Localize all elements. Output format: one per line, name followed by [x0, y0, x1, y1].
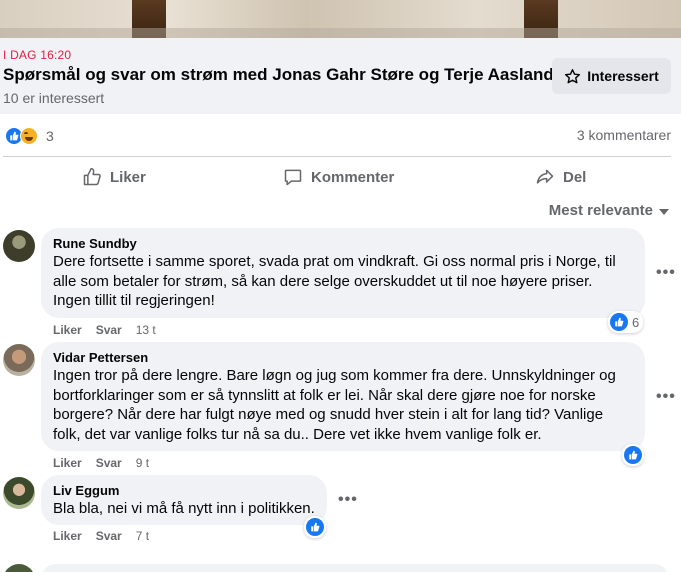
- comment-reactions[interactable]: [622, 444, 644, 466]
- chevron-down-icon: [659, 208, 669, 215]
- avatar[interactable]: [3, 344, 35, 376]
- interested-button-label: Interessert: [587, 68, 659, 84]
- comment-reactions[interactable]: [304, 516, 326, 538]
- like-button-label: Liker: [110, 168, 146, 186]
- event-title[interactable]: Spørsmål og svar om strøm med Jonas Gahr…: [3, 65, 554, 85]
- reaction-count[interactable]: 3: [46, 128, 54, 144]
- comment-reply-link[interactable]: Svar: [96, 456, 122, 470]
- thumbs-up-icon: [83, 167, 101, 186]
- interested-button[interactable]: Interessert: [552, 58, 671, 94]
- divider: [3, 156, 671, 157]
- comment-meta: Liker Svar 13 t: [53, 323, 156, 337]
- comment-meta: Liker Svar 7 t: [53, 529, 149, 543]
- like-button[interactable]: Liker: [82, 158, 146, 196]
- comment-time[interactable]: 13 t: [136, 323, 156, 337]
- comment-bubble: [41, 564, 669, 572]
- comment-reaction-count: 6: [632, 314, 640, 330]
- comment-bubble: Liv Eggum Bla bla, nei vi må få nytt inn…: [41, 475, 327, 525]
- comment-bubble: Vidar Pettersen Ingen tror på dere lengr…: [41, 342, 645, 451]
- avatar[interactable]: [3, 230, 35, 262]
- avatar[interactable]: [3, 564, 35, 572]
- comment-meta: Liker Svar 9 t: [53, 456, 149, 470]
- comment-like-link[interactable]: Liker: [53, 529, 82, 543]
- sort-label: Mest relevante: [548, 202, 653, 219]
- cover-image: [0, 0, 681, 38]
- event-header: I DAG 16:20 Spørsmål og svar om strøm me…: [0, 38, 681, 114]
- comment-count[interactable]: 3 kommentarer: [577, 127, 671, 143]
- comment-reactions[interactable]: 6: [608, 311, 644, 333]
- reaction-icons[interactable]: [5, 127, 38, 145]
- comment-bubble: Rune Sundby Dere fortsette i samme spore…: [41, 228, 645, 318]
- comment-author[interactable]: Vidar Pettersen: [53, 350, 633, 366]
- more-options-icon[interactable]: •••: [656, 264, 676, 282]
- comment-button[interactable]: Kommenter: [283, 158, 681, 196]
- comment-like-link[interactable]: Liker: [53, 323, 82, 337]
- event-date: I DAG 16:20: [3, 48, 72, 62]
- more-options-icon[interactable]: •••: [656, 388, 676, 406]
- comment-reply-link[interactable]: Svar: [96, 323, 122, 337]
- interested-count[interactable]: 10 er interessert: [3, 90, 104, 106]
- share-button-label: Del: [563, 168, 587, 186]
- comment-text: Ingen tror på dere lengre. Bare løgn og …: [53, 367, 616, 443]
- action-bar: Liker Kommenter Del: [0, 158, 681, 196]
- sort-dropdown[interactable]: Mest relevante: [549, 202, 669, 219]
- comment-icon: [284, 169, 302, 186]
- like-icon: [624, 446, 642, 464]
- comment-like-link[interactable]: Liker: [53, 456, 82, 470]
- share-icon: [536, 169, 554, 184]
- star-icon: [565, 68, 581, 83]
- comment-reply-link[interactable]: Svar: [96, 529, 122, 543]
- comment-author[interactable]: Rune Sundby: [53, 236, 633, 252]
- haha-icon: [20, 127, 38, 145]
- reactions-summary: 3 3 kommentarer: [0, 124, 681, 148]
- comment-time[interactable]: 7 t: [136, 529, 149, 543]
- comment-button-label: Kommenter: [311, 168, 395, 186]
- like-icon: [610, 313, 628, 331]
- avatar[interactable]: [3, 477, 35, 509]
- comment-text: Dere fortsette i samme sporet, svada pra…: [53, 253, 616, 309]
- comment-author[interactable]: Liv Eggum: [53, 483, 315, 499]
- comment-time[interactable]: 9 t: [136, 456, 149, 470]
- event-post: I DAG 16:20 Spørsmål og svar om strøm me…: [0, 0, 681, 572]
- share-button[interactable]: Del: [535, 158, 586, 196]
- like-icon: [306, 518, 324, 536]
- more-options-icon[interactable]: •••: [338, 491, 358, 509]
- comment-text: Bla bla, nei vi må få nytt inn i politik…: [53, 500, 315, 517]
